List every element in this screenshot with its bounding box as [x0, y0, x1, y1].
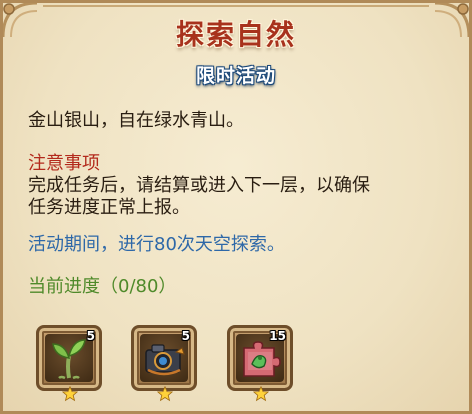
reward-count: 5	[86, 329, 95, 343]
note-line: 完成任务后，请结算或进入下一层，以确保	[28, 175, 370, 196]
top-border	[43, 5, 429, 11]
star-icon	[157, 386, 173, 402]
star-icon	[62, 386, 78, 402]
event-panel: 探索自然 限时活动 金山银山，自在绿水青山。 注意事项 完成任务后，请结算或进入…	[0, 0, 472, 414]
note-text: 完成任务后，请结算或进入下一层，以确保 任务进度正常上报。	[28, 175, 451, 219]
subtitle-area: 限时活动	[3, 59, 469, 90]
reward-slot-sprout[interactable]: 5	[36, 325, 102, 402]
title-area: 探索自然	[3, 13, 469, 53]
reward-count: 5	[181, 329, 190, 343]
star-icon	[253, 386, 269, 402]
progress-text: 当前进度（0/80）	[28, 276, 177, 297]
reward-slot-camera[interactable]: 5	[131, 325, 197, 402]
reward-count: 15	[269, 329, 286, 343]
event-subtitle: 限时活动	[195, 65, 276, 87]
reward-slot-puzzle[interactable]: 15	[227, 325, 293, 402]
note-line: 任务进度正常上报。	[28, 197, 190, 218]
note-heading: 注意事项	[28, 153, 100, 174]
event-description: 活动期间，进行80次天空探索。	[28, 234, 285, 255]
intro-text: 金山银山，自在绿水青山。	[28, 110, 244, 131]
event-title: 探索自然	[175, 18, 296, 51]
